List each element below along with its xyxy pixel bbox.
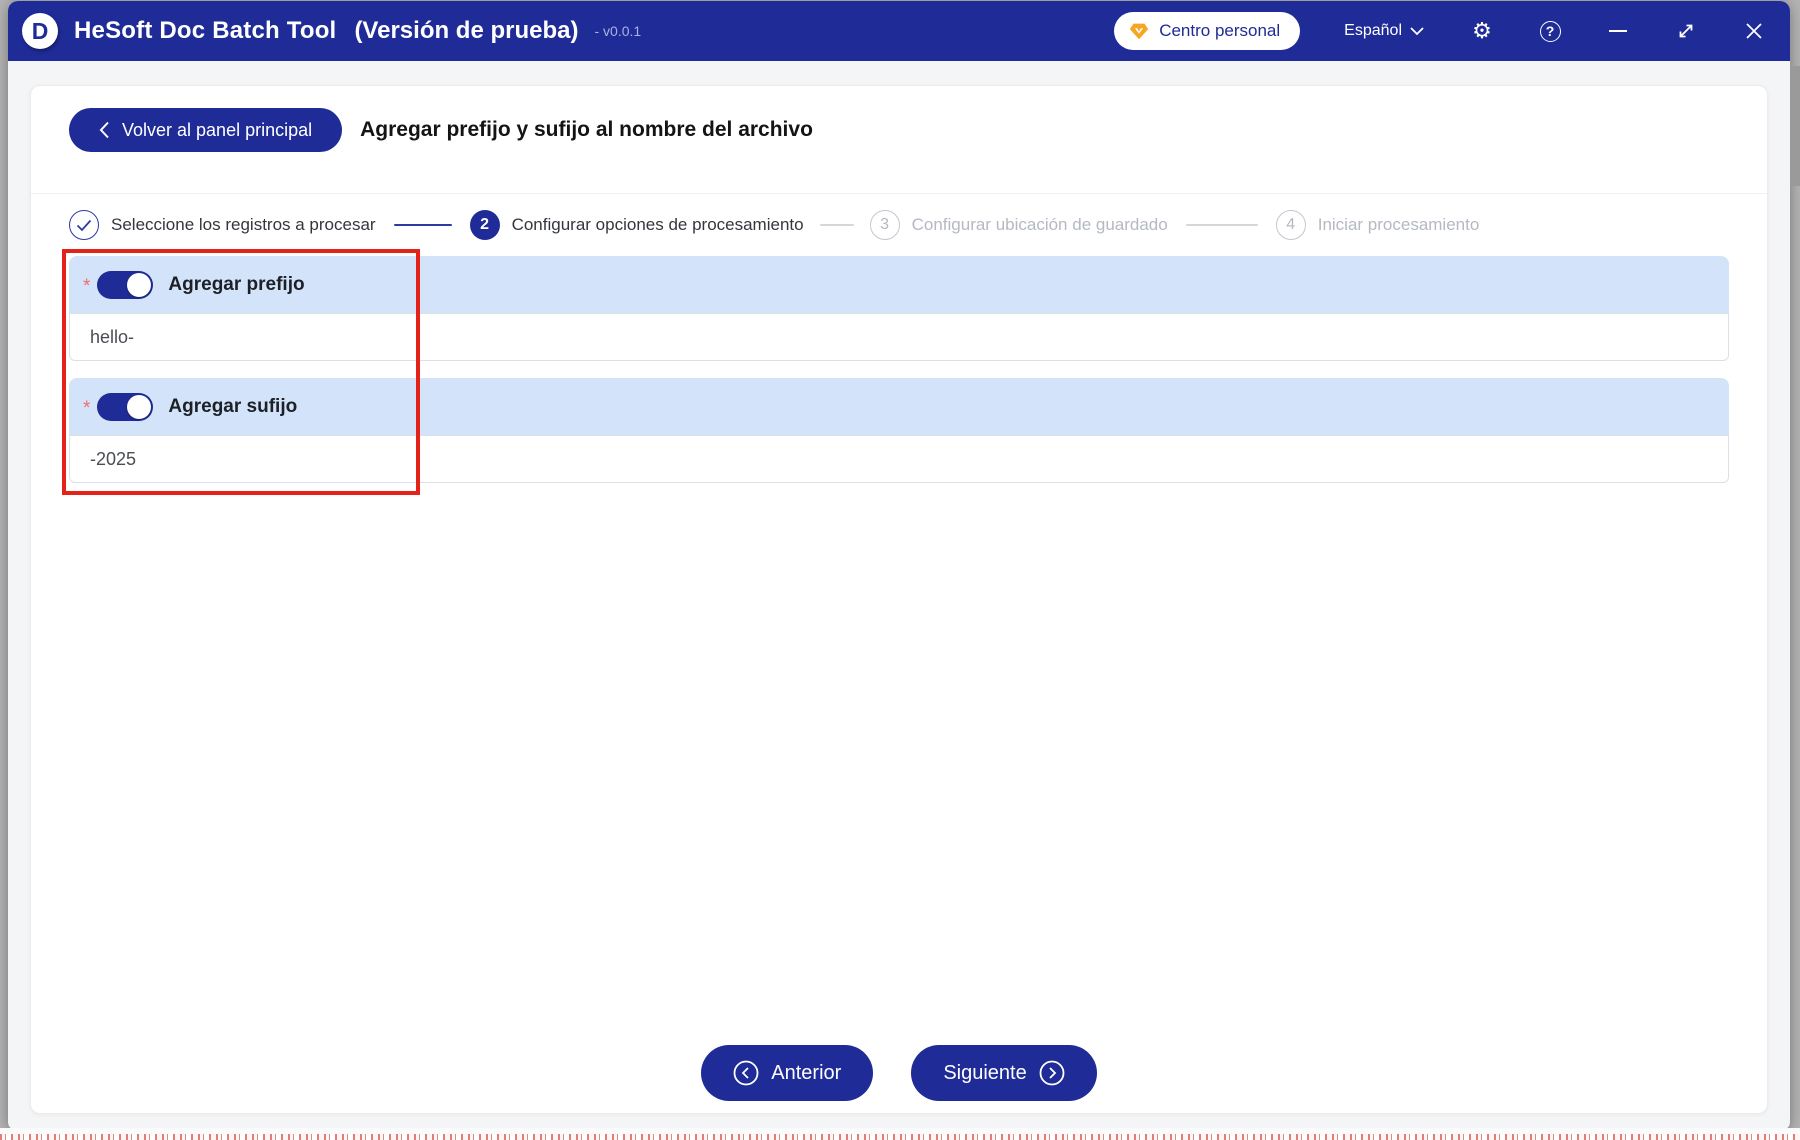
step-1-check-icon [69,210,99,240]
step-connector-3 [1185,224,1258,226]
background-window-sliver [1790,66,1800,186]
chevron-left-icon [99,121,110,139]
app-logo: D [22,13,58,49]
close-icon[interactable] [1742,19,1766,43]
prefix-section: * Agregar prefijo [69,256,1729,361]
next-button-label: Siguiente [943,1061,1027,1084]
suffix-label: Agregar sufijo [168,395,298,417]
step-3-number: 3 [869,210,900,240]
prefix-toggle[interactable] [97,270,154,299]
titlebar-icons: ⚙ ? [1470,19,1766,43]
step-1-select-records: Seleccione los registros a procesar [69,210,376,240]
language-selector[interactable]: Español [1344,22,1424,40]
step-4-label: Iniciar procesamiento [1317,215,1480,234]
step-1-label: Seleccione los registros a procesar [111,215,376,234]
form-sections: * Agregar prefijo * Agregar sufijo [31,256,1767,500]
background-page-sliver [0,1128,1800,1140]
app-version: - v0.0.1 [594,23,642,39]
suffix-section-header: * Agregar sufijo [69,378,1729,435]
step-2-number: 2 [469,210,500,240]
step-3-save-location: 3 Configurar ubicación de guardado [869,210,1168,240]
suffix-toggle[interactable] [97,392,154,421]
app-subtitle: (Versión de prueba) [354,17,579,44]
app-logo-letter: D [31,17,49,44]
prefix-label: Agregar prefijo [168,273,305,295]
next-button[interactable]: Siguiente [911,1045,1097,1101]
maximize-icon[interactable] [1674,19,1698,43]
app-title: HeSoft Doc Batch Tool [74,17,337,44]
suffix-toggle-knob [127,394,152,419]
minimize-icon[interactable] [1606,19,1630,43]
help-icon[interactable]: ? [1538,19,1562,43]
step-connector-1 [393,224,452,226]
prefix-input[interactable] [69,313,1729,361]
vip-gem-icon [1128,20,1150,42]
personal-center-label: Centro personal [1159,21,1281,40]
personal-center-button[interactable]: Centro personal [1114,12,1301,50]
step-connector-2 [819,224,854,226]
main-card: Volver al panel principal Agregar prefij… [30,85,1768,1114]
card-header: Volver al panel principal Agregar prefij… [31,86,1767,194]
titlebar: D HeSoft Doc Batch Tool (Versión de prue… [8,1,1790,61]
prefix-section-header: * Agregar prefijo [69,256,1729,313]
page-title: Agregar prefijo y sufijo al nombre del a… [360,118,813,141]
prefix-toggle-knob [127,272,152,297]
step-2-label: Configurar opciones de procesamiento [511,215,804,234]
titlebar-right-cluster: Centro personal Español ⚙ ? [1114,12,1766,50]
step-indicator: Seleccione los registros a procesar 2 Co… [31,194,1767,256]
previous-button-label: Anterior [771,1061,842,1084]
previous-button[interactable]: Anterior [701,1045,874,1101]
settings-gear-icon[interactable]: ⚙ [1470,19,1494,43]
language-label: Español [1344,22,1402,39]
background-text-noise [0,1134,1800,1140]
circle-chevron-left-icon [733,1060,759,1086]
suffix-section: * Agregar sufijo [69,378,1729,483]
step-2-configure-options: 2 Configurar opciones de procesamiento [469,210,804,240]
prefix-required-marker: * [83,276,91,297]
suffix-input[interactable] [69,435,1729,483]
back-to-main-panel-button[interactable]: Volver al panel principal [69,108,343,152]
app-window: D HeSoft Doc Batch Tool (Versión de prue… [8,1,1790,1130]
wizard-navigation: Anterior Siguiente [31,1045,1767,1113]
back-button-label: Volver al panel principal [122,119,313,140]
suffix-required-marker: * [83,398,91,419]
step-4-start-processing: 4 Iniciar procesamiento [1275,210,1480,240]
step-4-number: 4 [1275,210,1306,240]
chevron-down-icon [1410,26,1424,36]
step-3-label: Configurar ubicación de guardado [911,215,1168,234]
circle-chevron-right-icon [1039,1060,1065,1086]
